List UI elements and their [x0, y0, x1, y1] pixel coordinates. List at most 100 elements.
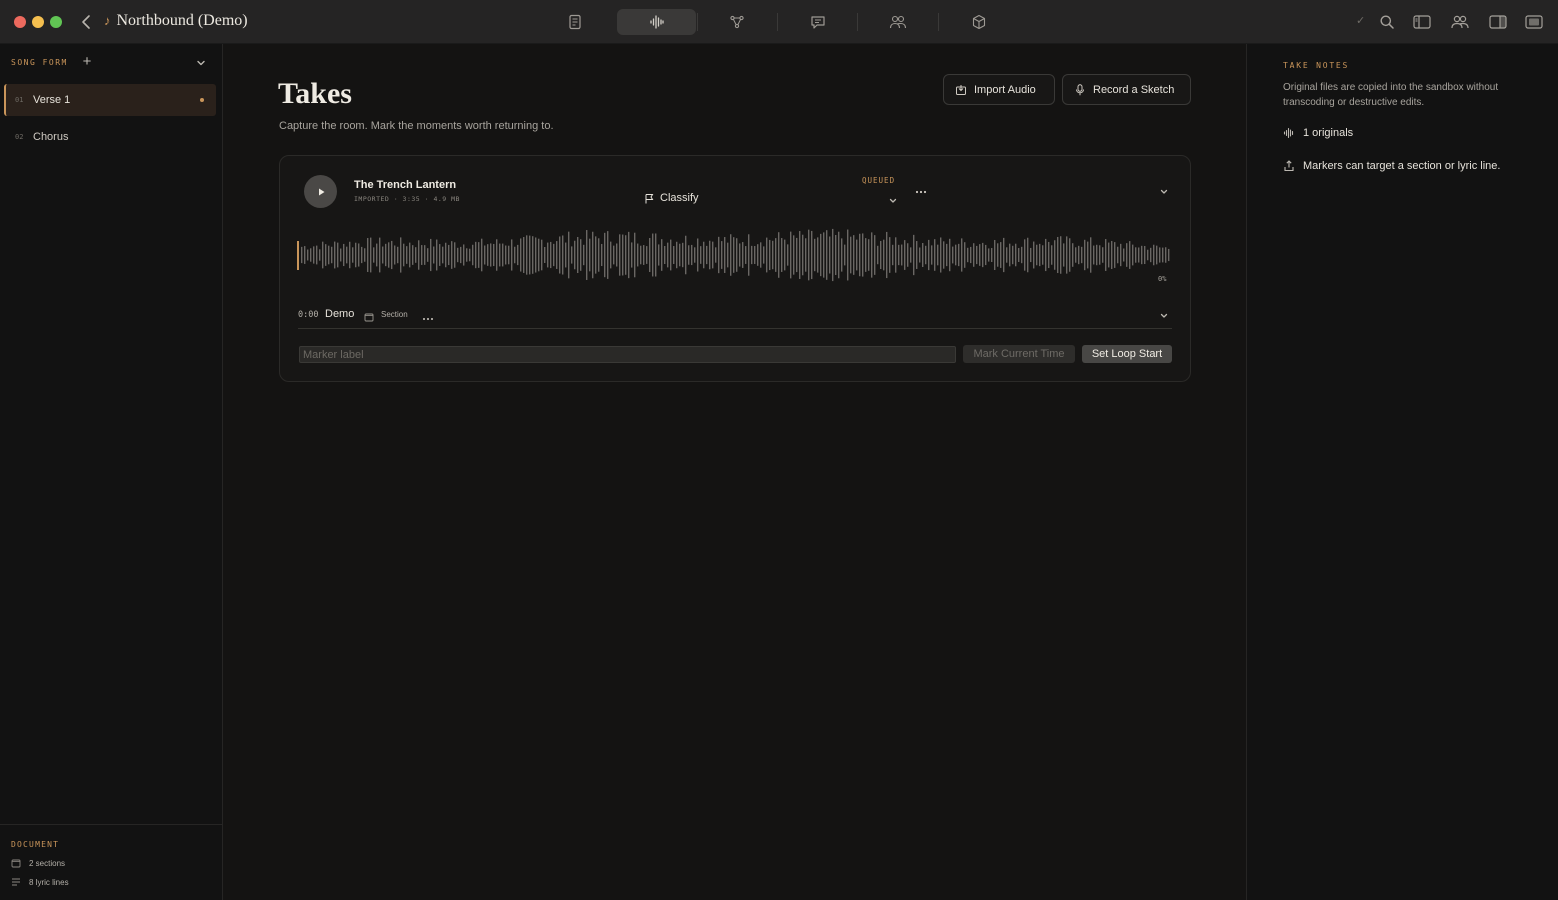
folder-icon [11, 859, 21, 868]
divider [298, 328, 1172, 329]
tab-lyrics[interactable] [560, 9, 590, 35]
waveform-bar [1075, 247, 1077, 263]
waveform-bar [1072, 243, 1074, 267]
waveform-bar [463, 244, 465, 266]
waveform-bar [664, 246, 666, 264]
minimize-window-button[interactable] [32, 16, 44, 28]
import-audio-button[interactable]: Import Audio [943, 74, 1055, 105]
import-audio-label: Import Audio [974, 83, 1036, 96]
structure-icon [730, 15, 744, 29]
sidebar-item-verse-1[interactable]: 01 Verse 1 [4, 84, 216, 116]
waveform-bar [607, 231, 609, 279]
marker-name[interactable]: Demo [325, 308, 354, 320]
waveform-bar [775, 238, 777, 272]
mark-current-time-button[interactable]: Mark Current Time [963, 345, 1075, 363]
toggle-right-sidebar-button[interactable] [1487, 11, 1509, 33]
waveform-bar [1009, 243, 1011, 267]
waveform-bar [937, 244, 939, 266]
waveform-bar [841, 238, 843, 272]
waveform-bar [1150, 247, 1152, 263]
marker-time: 0:00 [298, 310, 319, 320]
tab-package[interactable] [964, 9, 994, 35]
waveform-bar [883, 239, 885, 271]
marker-label-input[interactable] [299, 346, 956, 363]
add-section-button[interactable]: + [80, 54, 94, 70]
share-icon [1284, 160, 1294, 172]
collapse-song-form-button[interactable] [194, 56, 208, 70]
play-button[interactable] [304, 175, 337, 208]
waveform-bar [1105, 239, 1107, 271]
tab-collaborators[interactable] [883, 9, 913, 35]
waveform-bar [412, 245, 414, 265]
waveform-bar [559, 236, 561, 274]
take-card: The Trench Lantern IMPORTED · 3:35 · 4.9… [279, 155, 1191, 382]
tab-structure[interactable] [722, 9, 752, 35]
originals-count: 1 originals [1303, 127, 1354, 139]
waveform-bar [316, 245, 318, 265]
search-button[interactable] [1376, 11, 1398, 33]
waveform-bar [895, 237, 897, 273]
back-button[interactable] [78, 11, 96, 33]
package-icon [972, 14, 986, 30]
waveform-bar [820, 233, 822, 277]
waveform[interactable] [297, 226, 1173, 284]
record-sketch-button[interactable]: Record a Sketch [1062, 74, 1191, 105]
waveform-bar [589, 238, 591, 272]
section-picker-icon-button[interactable] [364, 309, 374, 322]
sidebar-item-chorus[interactable]: 02 Chorus [4, 121, 216, 153]
waveform-bar [700, 246, 702, 264]
tab-comments[interactable] [803, 9, 833, 35]
marker-more-button[interactable] [422, 310, 434, 320]
waveform-bar [649, 238, 651, 272]
waveform-bar [361, 246, 363, 264]
waveform-bar [1156, 245, 1158, 265]
waveform-bar [1012, 245, 1014, 265]
toggle-left-sidebar-button[interactable] [1411, 11, 1433, 33]
toolbar-divider [938, 13, 939, 31]
waveform-bar [397, 246, 399, 264]
waveform-bar [619, 234, 621, 276]
waveform-bar [790, 231, 792, 279]
waveform-bar [910, 247, 912, 263]
waveform-bar [400, 237, 402, 273]
status-dropdown-button[interactable] [887, 194, 899, 206]
waveform-bar [1027, 237, 1029, 273]
playhead[interactable] [297, 241, 299, 270]
waveform-bar [565, 242, 567, 268]
waveform-bar [655, 233, 657, 277]
waveform-bar [502, 243, 504, 267]
waveform-bar [709, 240, 711, 270]
document-summary: DOCUMENT 2 sections 8 lyric lines [0, 824, 222, 900]
waveform-bar [1168, 248, 1170, 262]
waveform-bar [442, 246, 444, 264]
waveform-bar [391, 240, 393, 270]
classify-label: Classify [660, 192, 699, 204]
section-picker[interactable]: Section [381, 310, 408, 319]
take-notes-panel: TAKE NOTES Original files are copied int… [1246, 44, 1558, 900]
close-window-button[interactable] [14, 16, 26, 28]
zoom-window-button[interactable] [50, 16, 62, 28]
expand-take-button[interactable] [1158, 185, 1170, 197]
waveform-bar [745, 246, 747, 264]
waveform-bar [826, 230, 828, 280]
waveform-bar [529, 235, 531, 275]
expand-markers-button[interactable] [1158, 309, 1170, 321]
waveform-bar [748, 234, 750, 276]
waveform-bar [436, 239, 438, 271]
set-loop-start-button[interactable]: Set Loop Start [1082, 345, 1172, 363]
take-more-button[interactable] [914, 184, 928, 194]
collaborators-button[interactable] [1449, 11, 1471, 33]
chevron-left-icon [82, 15, 90, 29]
waveform-bar [433, 246, 435, 264]
microphone-icon [1076, 83, 1084, 95]
waveform-bar [760, 242, 762, 268]
focus-mode-button[interactable] [1523, 11, 1545, 33]
waveform-bar [901, 244, 903, 266]
waveform-bar [466, 248, 468, 262]
waveform-bar [508, 245, 510, 265]
waveform-bar [712, 241, 714, 269]
waveform-bar [487, 244, 489, 266]
takes-main-area: Takes Capture the room. Mark the moments… [224, 44, 1246, 900]
tab-audio[interactable] [617, 9, 696, 35]
classify-button[interactable]: Classify [644, 192, 699, 204]
